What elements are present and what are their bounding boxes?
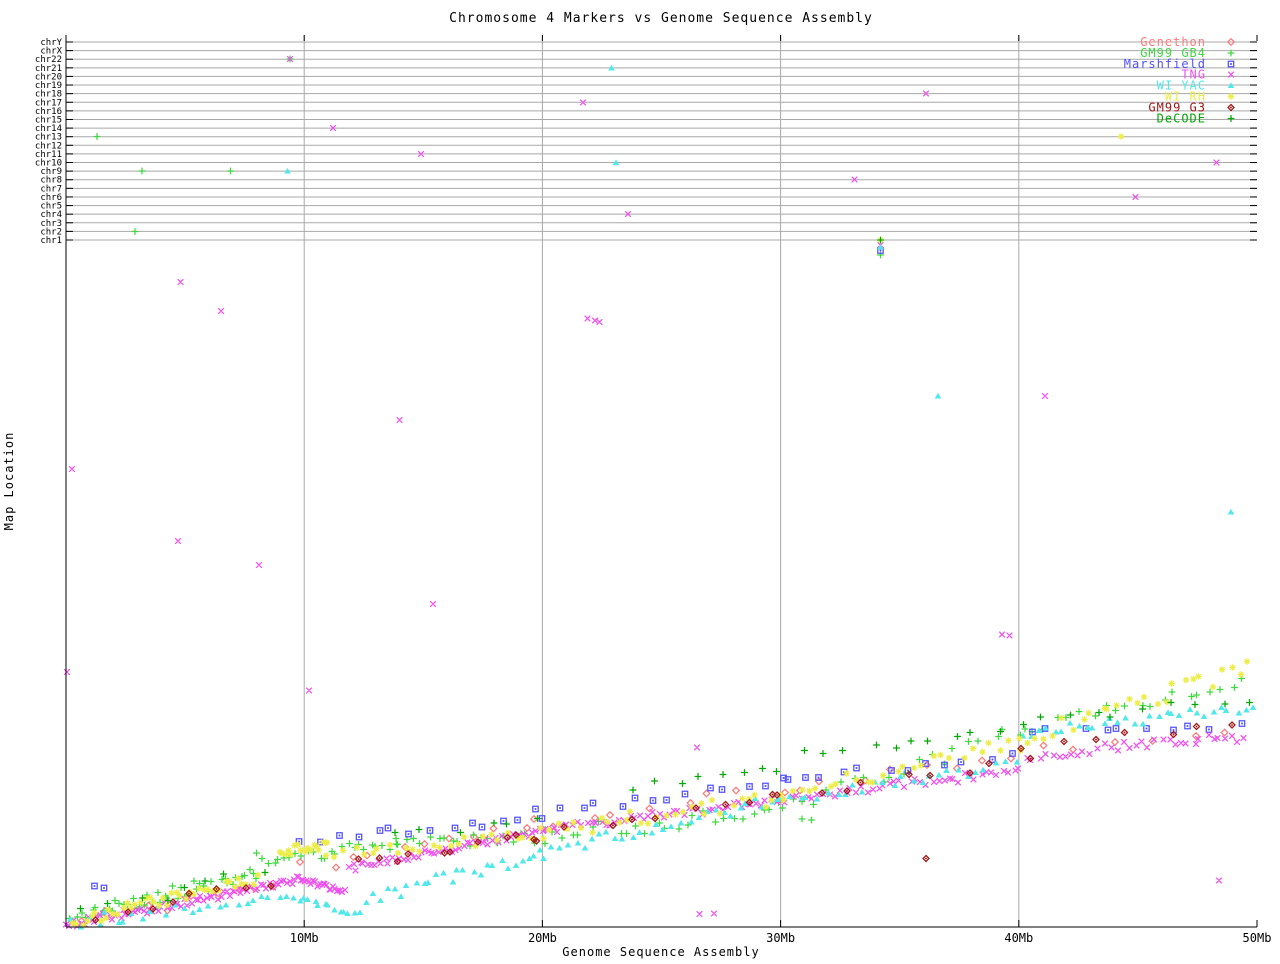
series-stroke-markers xyxy=(91,247,1246,892)
chromosome-rows: chrYchrXchr22chr21chr20chr19chr18chr17ch… xyxy=(35,38,1257,246)
series-fill-markers xyxy=(94,723,1234,922)
x-axis-label: Genome Sequence Assembly xyxy=(562,945,759,959)
series-stroke-markers xyxy=(77,236,1253,912)
gridlines xyxy=(303,35,1020,927)
chr-row-label: chr1 xyxy=(40,236,62,246)
scatter-markers xyxy=(62,55,1257,930)
x-tick-labels: 10Mb 20Mb 30Mb 40Mb 50Mb xyxy=(290,931,1272,945)
y-axis-label: Map Location xyxy=(2,432,16,531)
series-stroke-markers xyxy=(66,55,1245,925)
x-tick-label: 30Mb xyxy=(766,931,795,945)
chromosome-scatter-chart: chrYchrXchr22chr21chr20chr19chr18chr17ch… xyxy=(2,11,1272,959)
x-tick-label: 50Mb xyxy=(1243,931,1272,945)
x-tick-label: 20Mb xyxy=(528,931,557,945)
series-fill-markers xyxy=(93,249,1243,889)
legend-label-decode: DeCODE xyxy=(1157,111,1206,125)
legend-symbol-plus-icon xyxy=(1227,115,1235,122)
series-wi-rh xyxy=(69,133,1251,929)
legend-symbol-diamond-dot-icon xyxy=(1227,103,1235,112)
x-tick-label: 10Mb xyxy=(290,931,319,945)
series-marshfield xyxy=(91,247,1246,892)
series-decode xyxy=(77,236,1253,912)
legend-symbol-star-icon xyxy=(1227,93,1235,100)
series-wi-yac xyxy=(67,64,1257,930)
series-fill-markers xyxy=(67,64,1257,930)
legend-symbol-square-dot-icon xyxy=(1227,60,1235,68)
x-tick-label: 40Mb xyxy=(1004,931,1033,945)
series-gm99-gb4 xyxy=(66,55,1245,925)
legend: GenethonGM99 GB4MarshfieldTNGWI YACWI RH… xyxy=(1124,35,1236,125)
series-stroke-markers xyxy=(69,133,1251,929)
chart-title: Chromosome 4 Markers vs Genome Sequence … xyxy=(449,11,873,26)
series-stroke-markers xyxy=(91,721,1236,924)
axes xyxy=(65,35,1258,928)
series-gm99-g3 xyxy=(91,721,1236,924)
